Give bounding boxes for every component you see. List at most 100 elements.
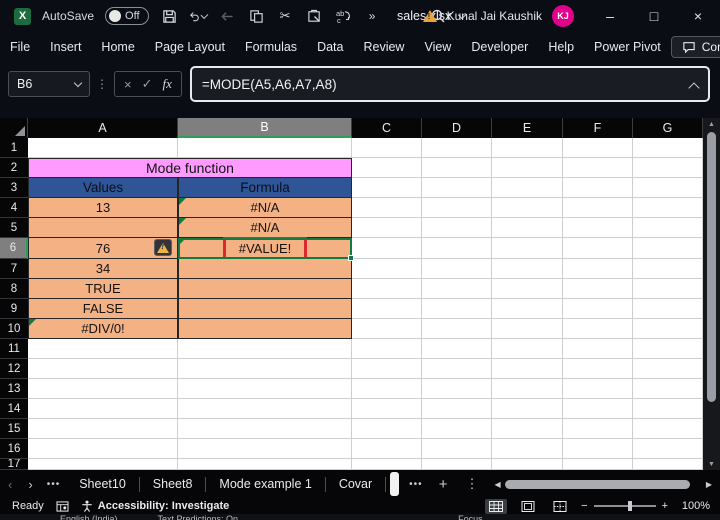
sheet-tab-mode-example-1[interactable]: Mode example 1 xyxy=(206,477,324,491)
avatar[interactable]: KJ xyxy=(552,5,574,27)
cell-G7[interactable] xyxy=(633,259,703,279)
autosave-toggle[interactable]: Off xyxy=(105,7,150,25)
tab-power-pivot[interactable]: Power Pivot xyxy=(584,40,671,54)
error-options-button[interactable] xyxy=(154,239,172,256)
tab-page-layout[interactable]: Page Layout xyxy=(145,40,235,54)
cell-C15[interactable] xyxy=(352,419,422,439)
paste-icon[interactable] xyxy=(305,7,323,25)
cell-A2-merged-title[interactable]: Mode function xyxy=(28,158,352,178)
cell-F2[interactable] xyxy=(563,158,633,178)
horizontal-scrollbar[interactable]: ◀ ▶ xyxy=(490,479,716,489)
cell-B10[interactable] xyxy=(178,319,352,339)
cancel-icon[interactable]: × xyxy=(124,77,132,92)
cell-D1[interactable] xyxy=(422,138,492,158)
cell-G13[interactable] xyxy=(633,379,703,399)
cell-B17[interactable] xyxy=(178,459,352,470)
cell-E6[interactable] xyxy=(492,238,563,259)
more-sheets-right-icon[interactable]: ••• xyxy=(403,479,429,490)
cell-D14[interactable] xyxy=(422,399,492,419)
cell-D13[interactable] xyxy=(422,379,492,399)
cell-B12[interactable] xyxy=(178,359,352,379)
cell-F7[interactable] xyxy=(563,259,633,279)
cell-G8[interactable] xyxy=(633,279,703,299)
page-break-view-button[interactable] xyxy=(549,499,571,514)
sheet-tab-sheet8[interactable]: Sheet8 xyxy=(140,477,206,491)
insert-function-icon[interactable]: fx xyxy=(163,76,172,92)
fill-handle[interactable] xyxy=(348,255,354,261)
enter-check-icon[interactable]: ✓ xyxy=(142,76,153,92)
column-header-F[interactable]: F xyxy=(563,118,633,138)
new-sheet-icon[interactable]: + xyxy=(429,476,458,493)
cell-B15[interactable] xyxy=(178,419,352,439)
cell-G17[interactable] xyxy=(633,459,703,470)
cell-E10[interactable] xyxy=(492,319,563,339)
cell-D16[interactable] xyxy=(422,439,492,459)
cell-E2[interactable] xyxy=(492,158,563,178)
cell-E5[interactable] xyxy=(492,218,563,238)
cell-C16[interactable] xyxy=(352,439,422,459)
undo-icon[interactable] xyxy=(189,7,209,25)
row-header-9[interactable]: 9 xyxy=(0,299,28,319)
scroll-up-icon[interactable]: ▲ xyxy=(708,118,715,130)
save-icon[interactable] xyxy=(160,7,178,25)
cell-B8[interactable] xyxy=(178,279,352,299)
cell-G5[interactable] xyxy=(633,218,703,238)
cell-D10[interactable] xyxy=(422,319,492,339)
normal-view-button[interactable] xyxy=(485,498,508,514)
cell-G6[interactable] xyxy=(633,238,703,259)
cell-G9[interactable] xyxy=(633,299,703,319)
cell-D9[interactable] xyxy=(422,299,492,319)
page-layout-view-button[interactable] xyxy=(517,499,539,514)
cell-E9[interactable] xyxy=(492,299,563,319)
accessibility-status[interactable]: Accessibility: Investigate xyxy=(81,500,229,512)
cell-G11[interactable] xyxy=(633,339,703,359)
active-sheet-tab-partial[interactable] xyxy=(390,472,400,496)
cell-F6[interactable] xyxy=(563,238,633,259)
cell-B11[interactable] xyxy=(178,339,352,359)
horizontal-scroll-thumb[interactable] xyxy=(504,479,690,489)
cell-E11[interactable] xyxy=(492,339,563,359)
account-name[interactable]: Kunal Jai Kaushik xyxy=(447,9,542,23)
cell-E17[interactable] xyxy=(492,459,563,470)
cell-F14[interactable] xyxy=(563,399,633,419)
replace-icon[interactable]: ab c xyxy=(334,7,352,25)
row-header-15[interactable]: 15 xyxy=(0,419,28,439)
cell-E13[interactable] xyxy=(492,379,563,399)
cell-A13[interactable] xyxy=(28,379,178,399)
tab-review[interactable]: Review xyxy=(353,40,414,54)
tab-insert[interactable]: Insert xyxy=(40,40,91,54)
cell-G14[interactable] xyxy=(633,399,703,419)
excel-logo-icon[interactable]: X xyxy=(14,7,31,25)
comments-button[interactable]: Comments xyxy=(670,36,720,58)
cell-F13[interactable] xyxy=(563,379,633,399)
cell-C14[interactable] xyxy=(352,399,422,419)
row-header-7[interactable]: 7 xyxy=(0,259,28,279)
cell-A7[interactable]: 34 xyxy=(28,259,178,279)
cell-D17[interactable] xyxy=(422,459,492,470)
cell-F10[interactable] xyxy=(563,319,633,339)
cell-C13[interactable] xyxy=(352,379,422,399)
cell-F11[interactable] xyxy=(563,339,633,359)
cell-A12[interactable] xyxy=(28,359,178,379)
tab-formulas[interactable]: Formulas xyxy=(235,40,307,54)
row-header-1[interactable]: 1 xyxy=(0,138,28,158)
cell-A8[interactable]: TRUE xyxy=(28,279,178,299)
cell-C3[interactable] xyxy=(352,178,422,198)
tab-file[interactable]: File xyxy=(0,40,40,54)
cell-E7[interactable] xyxy=(492,259,563,279)
cell-C8[interactable] xyxy=(352,279,422,299)
zoom-level[interactable]: 100% xyxy=(678,500,710,512)
zoom-slider-thumb[interactable] xyxy=(627,501,632,511)
tab-view[interactable]: View xyxy=(414,40,461,54)
collapse-formula-bar-icon[interactable] xyxy=(688,82,700,94)
cell-B5[interactable]: #N/A xyxy=(178,218,352,238)
cell-F4[interactable] xyxy=(563,198,633,218)
cell-B3[interactable]: Formula xyxy=(178,178,352,198)
cell-G3[interactable] xyxy=(633,178,703,198)
cell-G1[interactable] xyxy=(633,138,703,158)
prev-sheet-icon[interactable]: ‹ xyxy=(0,477,20,492)
cell-G15[interactable] xyxy=(633,419,703,439)
tab-data[interactable]: Data xyxy=(307,40,353,54)
cell-D4[interactable] xyxy=(422,198,492,218)
tab-help[interactable]: Help xyxy=(538,40,584,54)
